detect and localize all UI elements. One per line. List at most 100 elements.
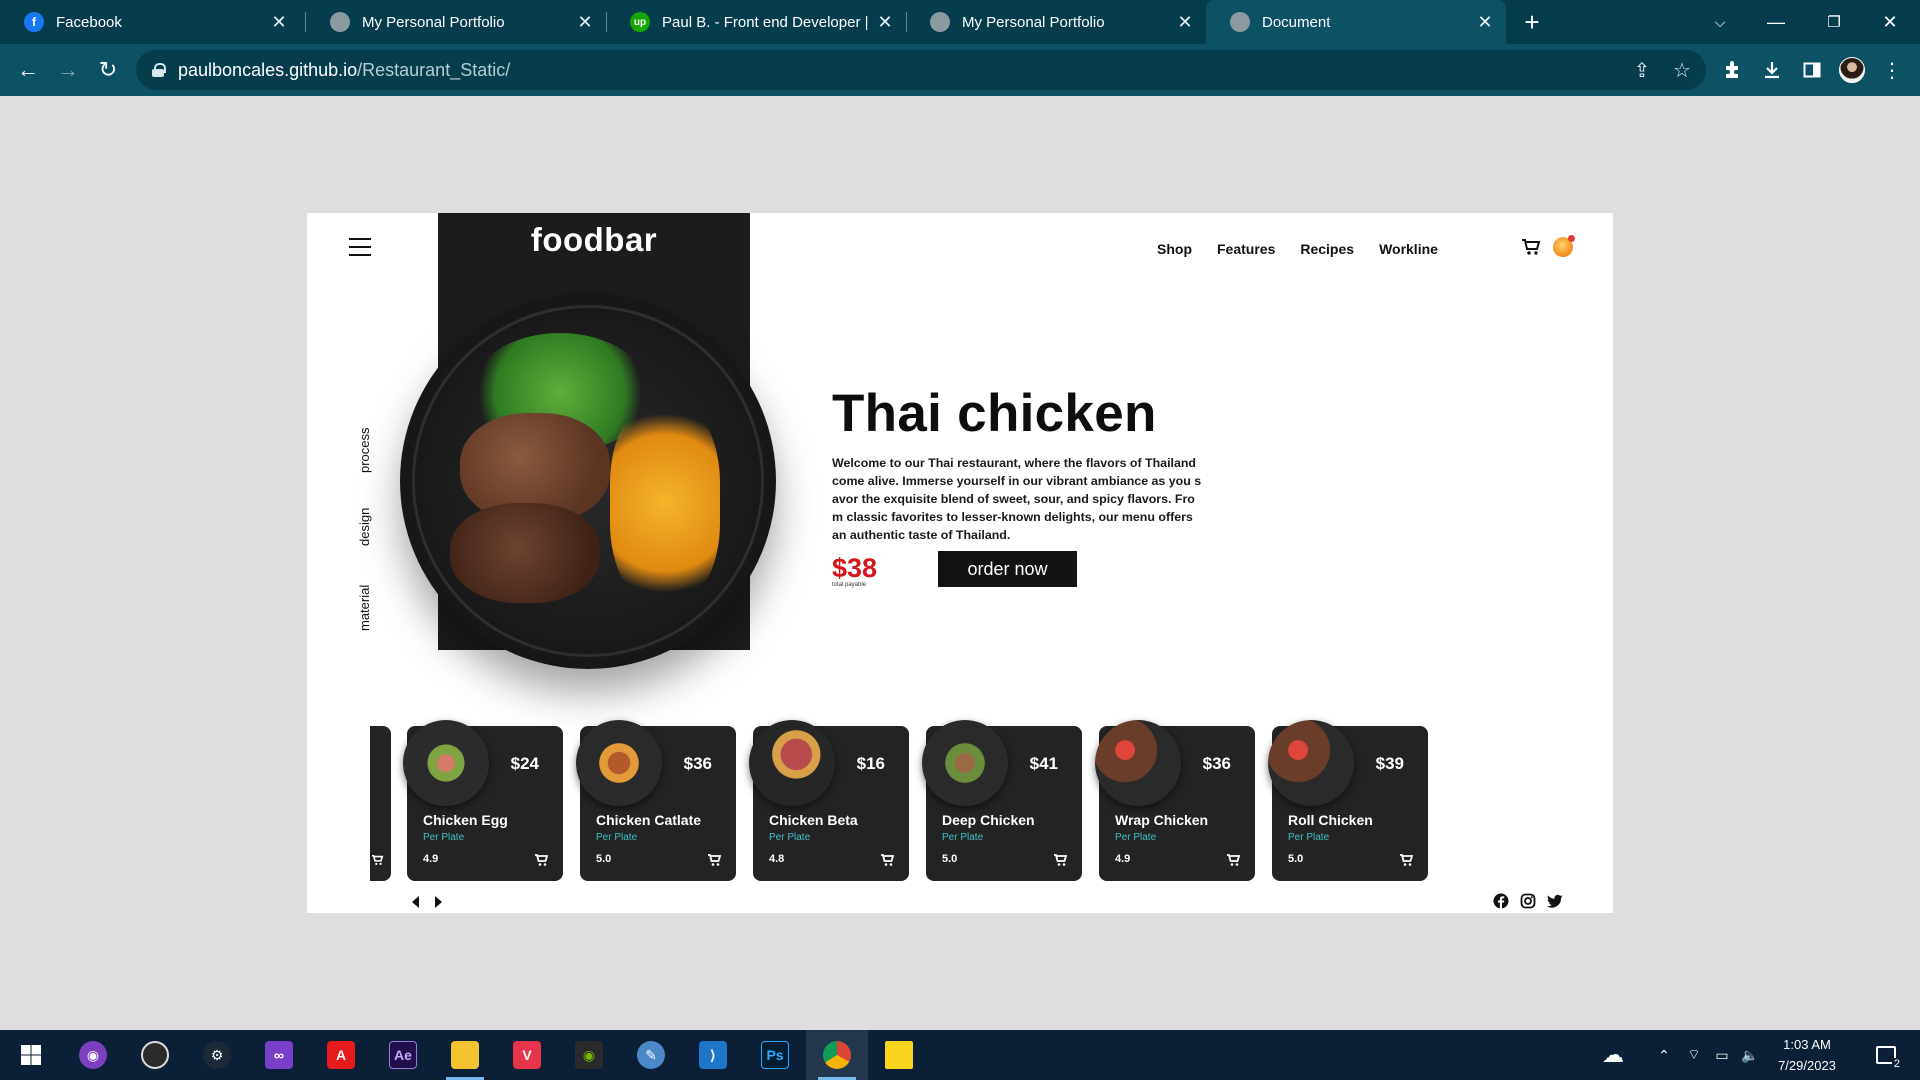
order-now-button[interactable]: order now bbox=[938, 551, 1077, 587]
nav-shop[interactable]: Shop bbox=[1157, 241, 1192, 257]
browser-tab-strip: f Facebook ✕ My Personal Portfolio ✕ up … bbox=[0, 0, 1920, 44]
weather-icon[interactable]: ☁ bbox=[1596, 1030, 1630, 1080]
card-rating: 4.9 bbox=[1115, 853, 1131, 865]
extensions-icon[interactable] bbox=[1712, 44, 1752, 96]
side-panel-icon[interactable] bbox=[1792, 44, 1832, 96]
next-arrow-icon[interactable] bbox=[433, 896, 443, 908]
menu-card[interactable]: $39 Roll Chicken Per Plate 5.0 bbox=[1268, 720, 1428, 881]
chrome-app[interactable] bbox=[806, 1030, 868, 1080]
download-icon[interactable] bbox=[1752, 44, 1792, 96]
cart-icon[interactable] bbox=[1521, 237, 1541, 257]
notifications-icon[interactable]: 2 bbox=[1866, 1030, 1906, 1080]
lock-icon[interactable] bbox=[152, 63, 166, 77]
twitter-icon[interactable] bbox=[1546, 892, 1563, 909]
address-url[interactable]: paulboncales.github.io/Restaurant_Static… bbox=[178, 60, 510, 81]
minimize-button[interactable]: — bbox=[1756, 0, 1796, 44]
card-unit: Per Plate bbox=[423, 832, 465, 843]
acrobat-app[interactable]: A bbox=[310, 1030, 372, 1080]
share-icon[interactable]: ⇪ bbox=[1624, 50, 1660, 90]
add-to-cart-icon[interactable] bbox=[1227, 853, 1241, 867]
card-price: $36 bbox=[683, 754, 712, 773]
volume-icon[interactable]: 🔈 bbox=[1738, 1030, 1762, 1080]
chrome-menu-icon[interactable]: ⋮ bbox=[1872, 44, 1912, 96]
add-to-cart-icon[interactable] bbox=[1054, 853, 1068, 867]
tab-upwork[interactable]: up Paul B. - Front end Developer | IT ✕ bbox=[606, 0, 906, 44]
sidebar-link-material[interactable]: material bbox=[357, 585, 372, 631]
site-logo[interactable]: foodbar bbox=[438, 221, 750, 259]
wifi-icon[interactable]: ⌔ bbox=[1682, 1030, 1706, 1080]
reload-icon[interactable]: ↻ bbox=[88, 44, 128, 96]
start-button[interactable] bbox=[0, 1030, 62, 1080]
close-icon[interactable]: ✕ bbox=[870, 12, 900, 33]
tab-portfolio-1[interactable]: My Personal Portfolio ✕ bbox=[306, 0, 606, 44]
close-icon[interactable]: ✕ bbox=[570, 12, 600, 33]
card-price: $39 bbox=[1375, 754, 1404, 773]
card-name: Deep Chicken bbox=[942, 812, 1035, 828]
instagram-icon[interactable] bbox=[1519, 892, 1536, 909]
card-price: $36 bbox=[1202, 754, 1231, 773]
new-tab-button[interactable]: + bbox=[1512, 0, 1552, 44]
tray-overflow-icon[interactable]: ⌃ bbox=[1652, 1030, 1676, 1080]
github-desktop-app[interactable]: ◉ bbox=[62, 1030, 124, 1080]
paint-app[interactable]: ✎ bbox=[620, 1030, 682, 1080]
card-price: $41 bbox=[1029, 754, 1058, 773]
system-clock[interactable]: 1:03 AM 7/29/2023 bbox=[1762, 1034, 1852, 1076]
menu-card[interactable]: $36 Wrap Chicken Per Plate 4.9 bbox=[1095, 720, 1255, 881]
add-to-cart-icon[interactable] bbox=[535, 853, 549, 867]
visual-studio-icon: ∞ bbox=[265, 1041, 293, 1069]
tab-search-icon[interactable]: ⌵ bbox=[1700, 0, 1740, 44]
facebook-icon[interactable] bbox=[1492, 892, 1509, 909]
menu-card[interactable]: $36 Chicken Catlate Per Plate 5.0 bbox=[576, 720, 736, 881]
steam-app[interactable]: ⚙ bbox=[186, 1030, 248, 1080]
battery-icon[interactable]: ▭ bbox=[1710, 1030, 1734, 1080]
add-to-cart-icon[interactable] bbox=[881, 853, 895, 867]
hamburger-menu-icon[interactable] bbox=[349, 238, 371, 256]
obs-app[interactable] bbox=[124, 1030, 186, 1080]
tab-document[interactable]: Document ✕ bbox=[1206, 0, 1506, 44]
visual-studio-app[interactable]: ∞ bbox=[248, 1030, 310, 1080]
card-rating: 4.9 bbox=[423, 853, 439, 865]
menu-card-partial[interactable] bbox=[370, 726, 391, 881]
carousel-controls bbox=[411, 896, 443, 908]
nvidia-app[interactable]: ◉ bbox=[558, 1030, 620, 1080]
nav-workline[interactable]: Workline bbox=[1379, 241, 1438, 257]
card-unit: Per Plate bbox=[1115, 832, 1157, 843]
add-to-cart-icon[interactable] bbox=[1400, 853, 1414, 867]
profile-avatar[interactable] bbox=[1832, 44, 1872, 96]
nav-features[interactable]: Features bbox=[1217, 241, 1275, 257]
card-unit: Per Plate bbox=[769, 832, 811, 843]
nav-recipes[interactable]: Recipes bbox=[1300, 241, 1354, 257]
tab-facebook[interactable]: f Facebook ✕ bbox=[0, 0, 300, 44]
back-icon[interactable]: ← bbox=[8, 44, 48, 96]
close-icon[interactable]: ✕ bbox=[264, 12, 294, 33]
vscode-app[interactable]: ⟩ bbox=[682, 1030, 744, 1080]
address-bar[interactable]: paulboncales.github.io/Restaurant_Static… bbox=[136, 50, 1706, 90]
chrome-icon bbox=[823, 1041, 851, 1069]
sidebar-link-design[interactable]: design bbox=[357, 508, 372, 546]
after-effects-app[interactable]: Ae bbox=[372, 1030, 434, 1080]
valorant-icon: V bbox=[513, 1041, 541, 1069]
tab-title: Facebook bbox=[56, 13, 122, 31]
tab-portfolio-2[interactable]: My Personal Portfolio ✕ bbox=[906, 0, 1206, 44]
photoshop-icon: Ps bbox=[761, 1041, 789, 1069]
file-explorer-app[interactable] bbox=[434, 1030, 496, 1080]
dish-thumbnail bbox=[1095, 720, 1181, 806]
menu-card[interactable]: $16 Chicken Beta Per Plate 4.8 bbox=[749, 720, 909, 881]
sticky-notes-app[interactable] bbox=[868, 1030, 930, 1080]
valorant-app[interactable]: V bbox=[496, 1030, 558, 1080]
add-to-cart-icon[interactable] bbox=[708, 853, 722, 867]
menu-card[interactable]: $41 Deep Chicken Per Plate 5.0 bbox=[922, 720, 1082, 881]
restore-button[interactable]: ❐ bbox=[1814, 0, 1854, 44]
window-close-button[interactable]: ✕ bbox=[1870, 0, 1910, 44]
potato-wedges bbox=[610, 403, 720, 603]
forward-icon[interactable]: → bbox=[48, 44, 88, 96]
photoshop-app[interactable]: Ps bbox=[744, 1030, 806, 1080]
sidebar-link-process[interactable]: process bbox=[357, 427, 372, 473]
card-rating: 4.8 bbox=[769, 853, 785, 865]
close-icon[interactable]: ✕ bbox=[1470, 12, 1500, 33]
menu-card[interactable]: $24 Chicken Egg Per Plate 4.9 bbox=[403, 720, 563, 881]
bookmark-star-icon[interactable]: ☆ bbox=[1664, 50, 1700, 90]
close-icon[interactable]: ✕ bbox=[1170, 12, 1200, 33]
card-unit: Per Plate bbox=[596, 832, 638, 843]
prev-arrow-icon[interactable] bbox=[411, 896, 421, 908]
